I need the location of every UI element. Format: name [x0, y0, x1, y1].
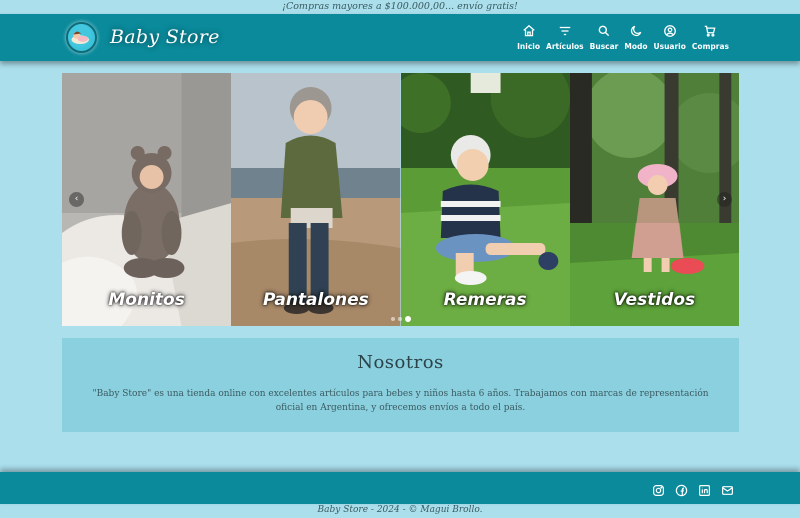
search-icon: [598, 25, 610, 37]
promo-bar: ¡Compras mayores a $100.000,00... envío …: [0, 0, 800, 14]
nav-label: Usuario: [653, 42, 686, 51]
slide-remeras[interactable]: Remeras: [400, 73, 570, 326]
slide-caption: Remeras: [443, 290, 527, 310]
nav-modo[interactable]: Modo: [621, 24, 650, 51]
main-nav: Inicio Artículos Buscar Modo Usuario Com…: [514, 24, 732, 51]
brand-name[interactable]: Baby Store: [110, 26, 220, 48]
linkedin-icon[interactable]: [698, 482, 711, 496]
nav-buscar[interactable]: Buscar: [587, 24, 622, 51]
home-icon: [522, 24, 535, 37]
nav-articulos[interactable]: Artículos: [543, 24, 587, 51]
chevron-left-icon: ‹: [74, 194, 79, 204]
filter-icon: [559, 26, 571, 36]
about-title: Nosotros: [357, 352, 444, 373]
slide-image: [62, 73, 232, 326]
moon-icon: [630, 25, 642, 37]
social-links: [652, 482, 734, 497]
facebook-icon[interactable]: [675, 482, 688, 497]
carousel-dot-active[interactable]: [404, 316, 411, 322]
slide-monitos[interactable]: Monitos: [62, 73, 232, 326]
nav-label: Compras: [691, 42, 729, 51]
slide-vestidos[interactable]: Vestidos: [569, 73, 739, 326]
carousel-prev-button[interactable]: ‹: [69, 192, 84, 207]
header: Baby Store Inicio Artículos Buscar Modo …: [0, 14, 800, 61]
copyright: Baby Store - 2024 - © Magui Brollo.: [317, 505, 483, 515]
carousel-indicators: [390, 316, 411, 322]
cart-icon: [705, 25, 716, 37]
product-carousel: Monitos Pantalones Remeras Vestidos ‹ ›: [62, 73, 739, 326]
nav-inicio[interactable]: Inicio: [514, 24, 543, 51]
nav-usuario[interactable]: Usuario: [651, 24, 689, 51]
slide-image: [231, 73, 401, 326]
nav-label: Modo: [624, 42, 648, 51]
logo[interactable]: [66, 22, 97, 53]
instagram-icon[interactable]: [652, 482, 665, 496]
carousel-dot[interactable]: [390, 317, 395, 321]
nav-compras[interactable]: Compras: [689, 24, 732, 51]
chevron-right-icon: ›: [722, 194, 727, 204]
slide-image: [569, 73, 739, 326]
nav-label: Buscar: [589, 42, 619, 51]
nav-label: Artículos: [546, 42, 584, 51]
slide-caption: Vestidos: [613, 290, 696, 310]
about-text: "Baby Store" es una tienda online con ex…: [92, 389, 709, 413]
footer: [0, 472, 800, 504]
slide-image: [400, 73, 570, 326]
slide-caption: Pantalones: [262, 290, 369, 310]
slide-pantalones[interactable]: Pantalones: [231, 73, 401, 326]
slide-caption: Monitos: [108, 290, 185, 310]
carousel-next-button[interactable]: ›: [717, 192, 732, 207]
mail-icon[interactable]: [721, 482, 734, 495]
nav-label: Inicio: [517, 42, 541, 51]
about-section: Nosotros "Baby Store" es una tienda onli…: [62, 338, 739, 432]
user-icon: [663, 25, 676, 37]
carousel-dot[interactable]: [397, 317, 402, 321]
